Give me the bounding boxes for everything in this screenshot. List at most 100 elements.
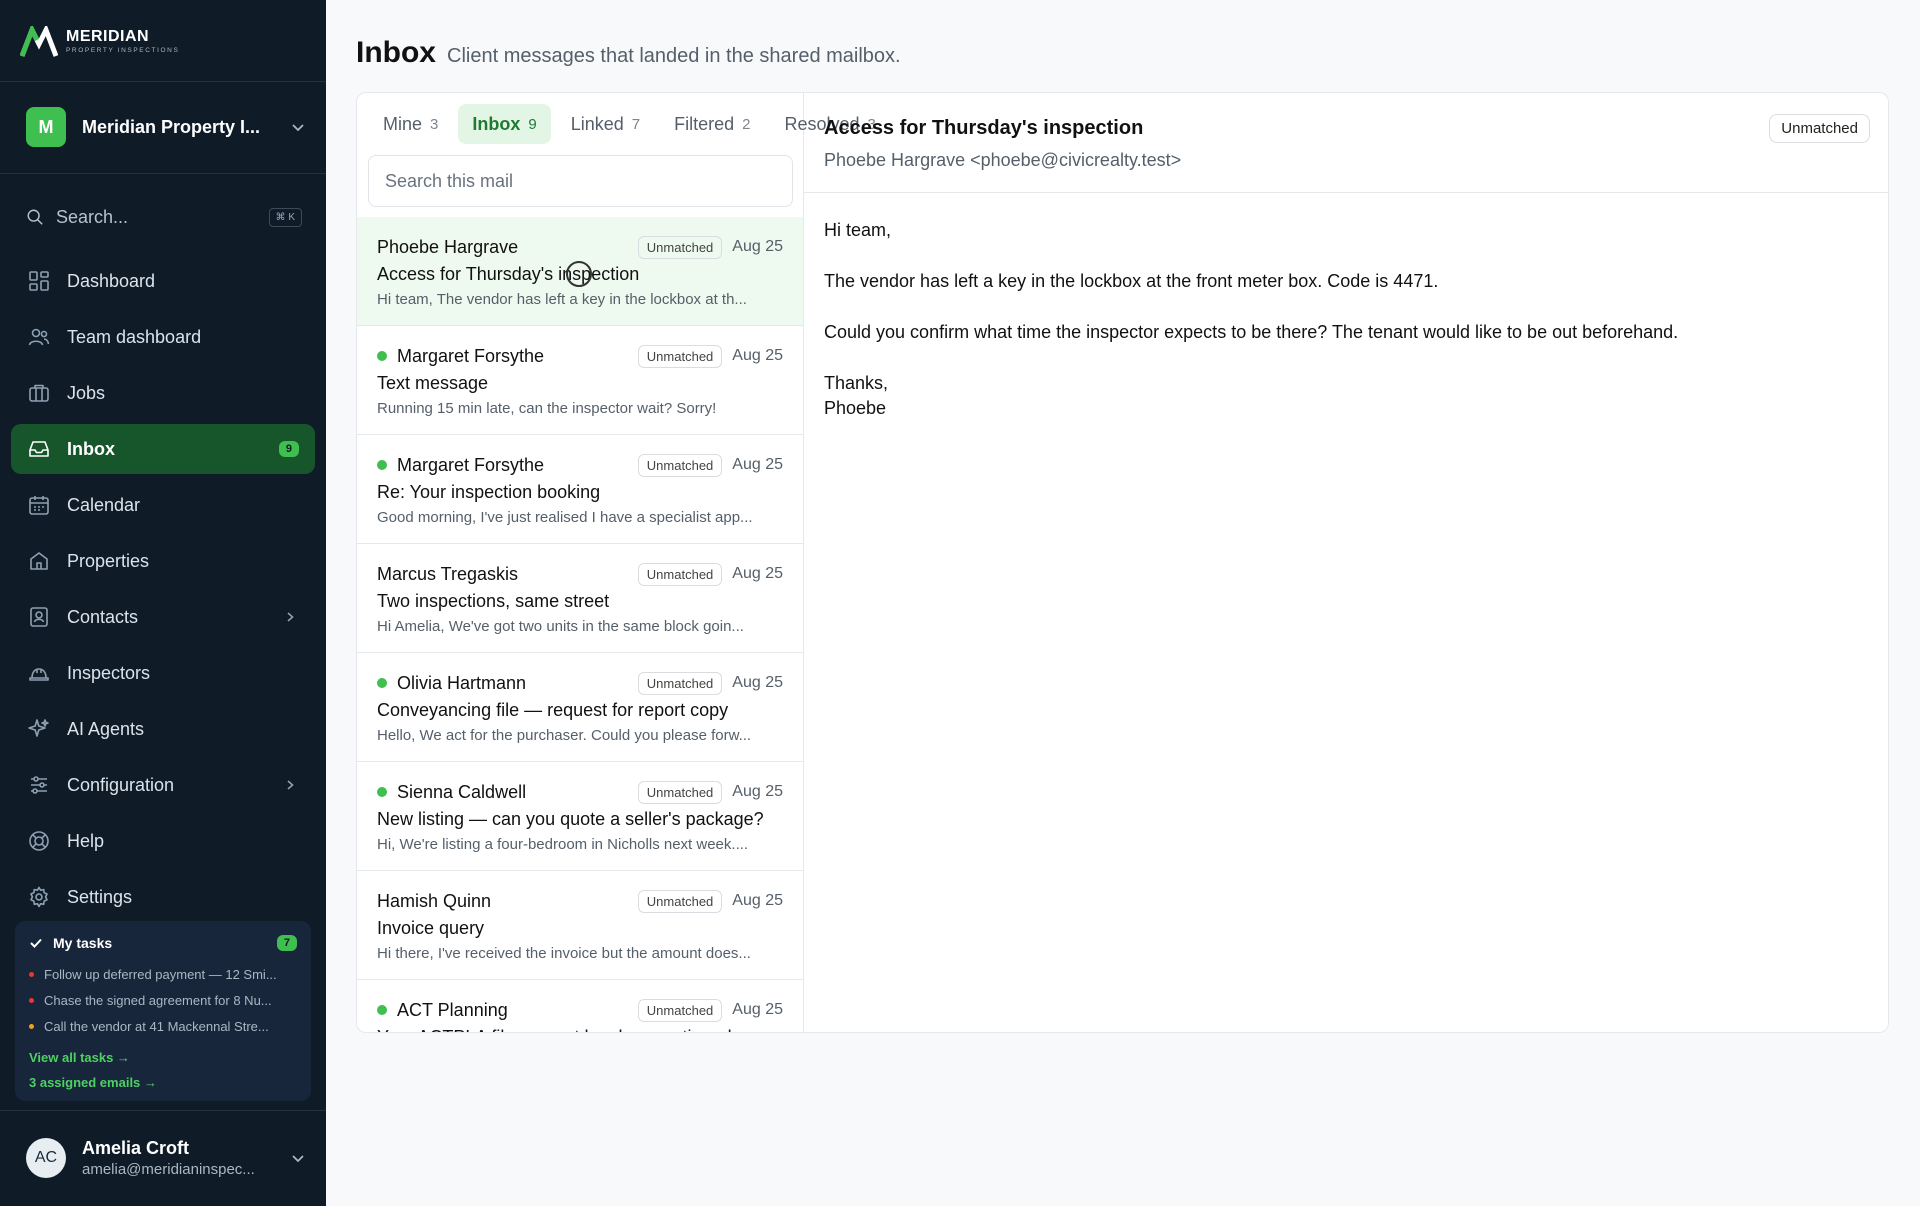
message-date: Aug 25	[732, 347, 783, 364]
sidebar: MERIDIAN PROPERTY INSPECTIONS M Meridian…	[0, 0, 326, 1206]
unread-dot	[377, 1005, 387, 1015]
tab-label: Inbox	[472, 113, 521, 134]
sidebar-item-dashboard[interactable]: Dashboard	[11, 256, 315, 306]
list-item[interactable]: Marcus Tregaskis Unmatched Aug 25 Two inspe…	[357, 544, 803, 653]
chevron-down-icon	[292, 1155, 304, 1163]
task-item[interactable]: Chase the signed agreement for 8 Nu...	[29, 993, 297, 1008]
list-item[interactable]: Sienna Caldwell Unmatched Aug 25 New listin…	[357, 762, 803, 871]
sidebar-item-properties[interactable]: Properties	[11, 536, 315, 586]
status-badge: Unmatched	[637, 453, 723, 477]
tab-label: Mine	[383, 113, 423, 134]
status-badge: Unmatched	[637, 562, 723, 586]
body-paragraph: Hi team,	[824, 220, 892, 240]
view-all-tasks-link[interactable]: View all tasks →	[29, 1050, 297, 1065]
sidebar-divider	[0, 81, 326, 82]
list-item[interactable]: ACT Planning Unmatched Aug 25 Your ACTPLA f…	[357, 980, 803, 1032]
sidebar-item-label: Jobs	[67, 382, 106, 403]
sidebar-item-help[interactable]: Help	[11, 816, 315, 866]
unread-dot	[377, 460, 387, 470]
sidebar-divider	[0, 173, 326, 174]
org-name: Meridian Property I...	[82, 116, 261, 137]
list-item[interactable]: Margaret Forsythe Unmatched Aug 25 Re: Your…	[357, 435, 803, 544]
status-badge: Unmatched	[637, 671, 723, 695]
my-tasks-count: 7	[276, 935, 297, 951]
dashboard-icon	[29, 271, 49, 291]
task-item[interactable]: Follow up deferred payment — 12 Smi...	[29, 967, 297, 982]
message-sender: Margaret Forsythe	[397, 454, 545, 475]
message-preview: Hi Amelia, We've got two units in the sa…	[377, 618, 744, 635]
sidebar-item-team-dashboard[interactable]: Team dashboard	[11, 312, 315, 362]
message-preview: Running 15 min late, can the inspector w…	[377, 400, 717, 417]
avatar: AC	[26, 1138, 66, 1178]
sidebar-item-inbox[interactable]: Inbox 9	[11, 424, 315, 474]
tab-filtered[interactable]: Filtered 2	[660, 104, 764, 144]
lifebuoy-icon	[29, 831, 49, 851]
hardhat-icon	[29, 668, 49, 681]
sidebar-item-label: Help	[67, 830, 105, 851]
status-badge: Unmatched	[637, 889, 723, 913]
message-date: Aug 25	[732, 456, 783, 473]
sidebar-item-calendar[interactable]: Calendar	[11, 480, 315, 530]
tab-count: 3	[430, 115, 439, 133]
task-priority-dot	[29, 972, 34, 977]
message-sender: Marcus Tregaskis	[377, 563, 519, 584]
list-item[interactable]: Margaret Forsythe Unmatched Aug 25 Text mes…	[357, 326, 803, 435]
search-shortcut: ⌘ K	[268, 207, 302, 227]
assigned-emails-link[interactable]: 3 assigned emails →	[29, 1075, 297, 1090]
chevron-right-icon	[287, 780, 294, 790]
sidebar-item-contacts[interactable]: Contacts	[11, 592, 315, 642]
task-text: Call the vendor at 41 Mackennal Stre...	[44, 1019, 269, 1034]
unread-dot	[377, 678, 387, 688]
sidebar-item-label: Team dashboard	[67, 326, 202, 347]
tab-mine[interactable]: Mine 3	[369, 104, 452, 144]
chevron-right-icon	[287, 612, 294, 622]
message-date: Aug 25	[732, 892, 783, 909]
mail-search-input[interactable]	[368, 155, 793, 207]
org-switcher[interactable]: M Meridian Property I...	[26, 107, 306, 147]
tab-linked[interactable]: Linked 7	[557, 104, 654, 144]
sidebar-item-jobs[interactable]: Jobs	[11, 368, 315, 418]
sidebar-item-ai-agents[interactable]: AI Agents	[11, 704, 315, 754]
message-date: Aug 25	[732, 783, 783, 800]
my-tasks-title: My tasks	[53, 935, 113, 951]
detail-sender: Phoebe Hargrave <phoebe@civicrealty.test…	[824, 150, 1182, 170]
sidebar-item-label: AI Agents	[67, 718, 145, 739]
sidebar-item-label: Inbox	[67, 438, 115, 459]
sidebar-item-configuration[interactable]: Configuration	[11, 760, 315, 810]
my-tasks-header[interactable]: My tasks 7	[29, 935, 297, 951]
message-preview: Hi there, I've received the invoice but …	[377, 945, 751, 962]
sliders-icon	[31, 776, 47, 794]
status-badge[interactable]: Unmatched	[1769, 114, 1870, 143]
task-item[interactable]: Call the vendor at 41 Mackennal Stre...	[29, 1019, 297, 1034]
sidebar-item-label: Settings	[67, 886, 133, 907]
message-sender: Phoebe Hargrave	[377, 236, 519, 257]
sidebar-search[interactable]: Search... ⌘ K	[26, 202, 302, 232]
message-subject: Invoice query	[377, 918, 485, 938]
list-item[interactable]: Olivia Hartmann Unmatched Aug 25 Conveyanci…	[357, 653, 803, 762]
message-date: Aug 25	[732, 238, 783, 255]
status-badge: Unmatched	[637, 235, 723, 259]
check-icon	[30, 938, 42, 948]
search-icon	[27, 209, 43, 225]
list-item[interactable]: Hamish Quinn Unmatched Aug 25 Invoice query…	[357, 871, 803, 980]
sidebar-item-label: Dashboard	[67, 270, 156, 291]
chevron-down-icon	[292, 124, 304, 132]
user-menu[interactable]: AC Amelia Croft amelia@meridianinspec...	[26, 1137, 306, 1179]
brand-logo[interactable]: MERIDIAN PROPERTY INSPECTIONS	[20, 24, 179, 60]
message-subject: Your ACTPLA file request has been action…	[377, 1027, 783, 1032]
calendar-icon	[29, 496, 49, 515]
meridian-logo-icon	[20, 26, 58, 57]
tab-inbox[interactable]: Inbox 9	[458, 104, 551, 144]
message-preview: Hello, We act for the purchaser. Could y…	[377, 727, 752, 744]
body-paragraph: Could you confirm what time the inspecto…	[824, 322, 1679, 342]
tab-label: Filtered	[674, 113, 735, 134]
mouse-cursor	[566, 261, 592, 287]
team-icon	[28, 328, 50, 346]
sidebar-item-inspectors[interactable]: Inspectors	[11, 648, 315, 698]
gear-icon	[30, 886, 48, 908]
body-paragraph: The vendor has left a key in the lockbox…	[824, 271, 1439, 291]
message-sender: Olivia Hartmann	[397, 672, 527, 693]
message-subject: Two inspections, same street	[377, 591, 610, 611]
message-sender: Sienna Caldwell	[397, 781, 527, 802]
sidebar-item-settings[interactable]: Settings	[11, 872, 315, 922]
